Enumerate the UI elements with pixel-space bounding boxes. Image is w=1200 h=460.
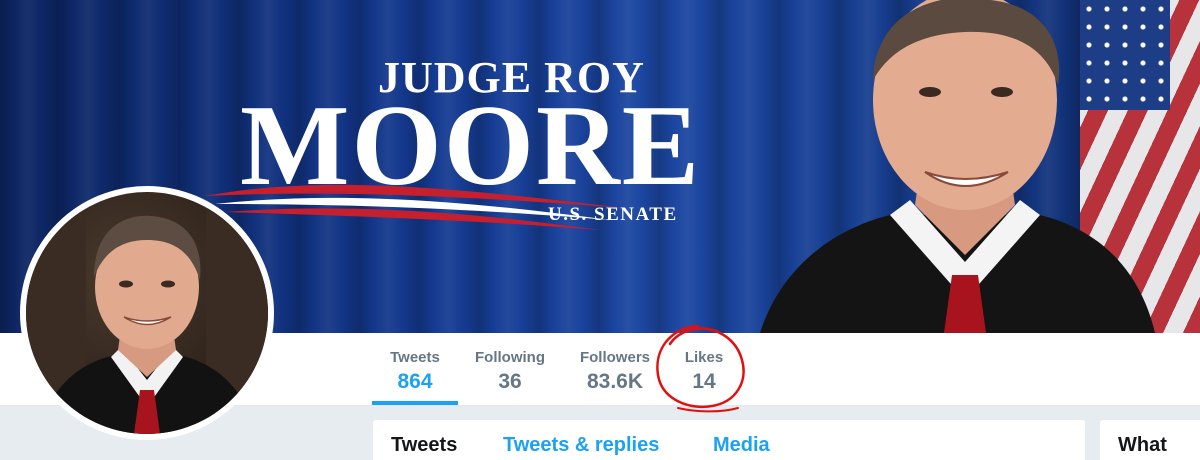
avatar-photo (26, 192, 268, 434)
tab-tweets-and-replies[interactable]: Tweets & replies (503, 434, 659, 457)
avatar-portrait-image (26, 192, 268, 434)
profile-avatar[interactable] (20, 186, 274, 440)
stat-tweets[interactable]: Tweets 864 (372, 333, 458, 405)
stat-following[interactable]: Following 36 (470, 333, 550, 405)
tab-media[interactable]: Media (713, 434, 770, 457)
stat-followers-value: 83.6K (586, 370, 644, 393)
stat-tweets-label: Tweets (390, 349, 440, 366)
sidebar-card: What (1100, 420, 1200, 460)
stat-following-value: 36 (498, 370, 522, 393)
stat-likes[interactable]: Likes 14 (678, 333, 730, 405)
candidate-portrait-image (760, 0, 1155, 333)
stat-tweets-value: 864 (397, 370, 433, 393)
stat-following-label: Following (475, 349, 545, 366)
timeline-tabs-card: Tweets Tweets & replies Media (373, 420, 1085, 460)
tab-tweets[interactable]: Tweets (391, 434, 457, 457)
stat-likes-label: Likes (684, 349, 724, 366)
stat-followers[interactable]: Followers 83.6K (576, 333, 654, 405)
stat-followers-label: Followers (579, 349, 650, 366)
banner-subtitle: U.S. SENATE (548, 204, 678, 225)
stat-likes-value: 14 (692, 370, 716, 393)
sidebar-card-title: What (1118, 434, 1167, 456)
